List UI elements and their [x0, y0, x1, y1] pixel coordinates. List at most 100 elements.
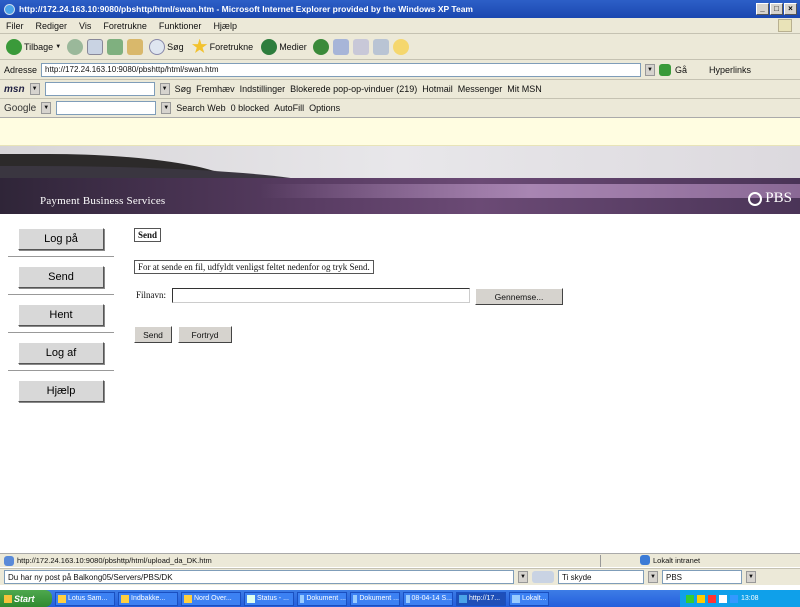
msn-search-button[interactable]: Søg: [175, 84, 192, 94]
home-icon[interactable]: [127, 38, 144, 55]
msn-menu-dropdown-icon[interactable]: ▼: [29, 83, 40, 95]
cancel-button[interactable]: Fortryd: [178, 326, 232, 343]
menu-help[interactable]: Hjælp: [213, 21, 237, 31]
tray-icon[interactable]: [719, 594, 727, 603]
google-search-web-button[interactable]: Search Web: [176, 103, 225, 113]
msn-options-button[interactable]: Indstillinger: [240, 84, 286, 94]
windows-logo-icon: [4, 594, 12, 603]
close-button[interactable]: ×: [784, 3, 797, 15]
minimize-button[interactable]: _: [756, 3, 769, 15]
notification-field[interactable]: Du har ny post på Balkong05/Servers/PBS/…: [4, 570, 514, 584]
media-button[interactable]: Medier: [259, 38, 309, 55]
msn-search-dropdown-icon[interactable]: ▼: [159, 83, 170, 95]
maximize-button[interactable]: □: [770, 3, 783, 15]
menu-bar: Filer Rediger Vis Foretrukne Funktioner …: [0, 18, 800, 34]
tray-icon[interactable]: [697, 594, 705, 603]
edit-icon[interactable]: [372, 38, 389, 55]
refresh-icon[interactable]: [107, 38, 124, 55]
msn-popups-button[interactable]: Blokerede pop-op-vinduer (219): [290, 84, 417, 94]
taskbar-item-label: Nord Over...: [194, 595, 232, 602]
tray-icon[interactable]: [730, 594, 738, 603]
address-input[interactable]: http://172.24.163.10:9080/pbshttp/html/s…: [41, 62, 642, 77]
taskbar-item[interactable]: Lotus Sam...: [55, 591, 115, 606]
window-controls: _ □ ×: [756, 3, 797, 15]
nav-help-button[interactable]: Hjælp: [18, 380, 104, 402]
filename-input[interactable]: [172, 288, 470, 303]
nav-logout-button[interactable]: Log af: [18, 342, 104, 364]
tray-icon[interactable]: [686, 594, 694, 603]
taskbar-item[interactable]: Status - ...: [244, 591, 294, 606]
back-label: Tilbage: [24, 41, 54, 52]
taskbar-item[interactable]: Indbakke...: [118, 591, 178, 606]
mail-icon[interactable]: [332, 38, 349, 55]
browse-button[interactable]: Gennemse...: [475, 288, 563, 305]
tray-icon[interactable]: [708, 594, 716, 603]
notification-text: Du har ny post på Balkong05/Servers/PBS/…: [8, 572, 173, 582]
my-msn-button[interactable]: Mit MSN: [507, 84, 542, 94]
menu-favorites[interactable]: Foretrukne: [103, 21, 147, 31]
chevron-down-icon: ▼: [55, 43, 62, 50]
google-menu-dropdown-icon[interactable]: ▼: [41, 102, 52, 114]
google-autofill-button[interactable]: AutoFill: [274, 103, 304, 113]
nav-send-button[interactable]: Send: [18, 266, 104, 288]
nav-divider: [8, 332, 114, 334]
menu-edit[interactable]: Rediger: [36, 21, 68, 31]
taskbar-item[interactable]: Nord Over...: [181, 591, 241, 606]
msn-highlight-button[interactable]: Fremhæv: [196, 84, 235, 94]
print-icon[interactable]: [352, 38, 369, 55]
page-title: Send: [134, 228, 162, 242]
msn-logo: msn: [4, 83, 25, 95]
nav-login-button[interactable]: Log på: [18, 228, 104, 250]
taskbar-item[interactable]: 08-04-14 S...: [403, 591, 453, 606]
back-arrow-icon: [6, 38, 22, 55]
favorites-label: Foretrukne: [209, 41, 254, 52]
links-label[interactable]: Hyperlinks: [709, 65, 751, 75]
back-button[interactable]: Tilbage ▼: [4, 38, 63, 55]
location-field[interactable]: Ti skyde: [558, 570, 644, 584]
google-options-button[interactable]: Options: [309, 103, 340, 113]
taskbar-item[interactable]: Dokument ...: [297, 591, 347, 606]
notification-dropdown-icon[interactable]: ▼: [518, 571, 528, 583]
msn-messenger-button[interactable]: Messenger: [458, 84, 503, 94]
stop-icon[interactable]: [87, 38, 104, 55]
favorites-button[interactable]: Foretrukne: [190, 38, 256, 55]
taskbar-item-active[interactable]: http://17...: [456, 591, 506, 606]
history-icon[interactable]: [312, 38, 329, 55]
windows-flag-icon: [778, 19, 792, 32]
window-title-bar: http://172.24.163.10:9080/pbshttp/html/s…: [0, 0, 800, 18]
messenger-icon[interactable]: [392, 38, 409, 55]
google-toolbar: Google ▼ ▼ Search Web 0 blocked AutoFill…: [0, 99, 800, 118]
address-dropdown-icon[interactable]: ▼: [645, 63, 656, 76]
go-button[interactable]: Gå: [675, 65, 687, 75]
standard-toolbar: Tilbage ▼ Søg Foretrukne Medier: [0, 34, 800, 60]
send-button[interactable]: Send: [134, 326, 172, 343]
taskbar-item[interactable]: Dokument ...: [350, 591, 400, 606]
taskbar: Start Lotus Sam... Indbakke... Nord Over…: [0, 590, 800, 607]
app-icon: [406, 594, 410, 603]
msn-search-input[interactable]: [44, 82, 155, 96]
location-dropdown-icon[interactable]: ▼: [648, 571, 658, 583]
app-icon: [58, 594, 66, 603]
taskbar-item[interactable]: Lokalt...: [509, 591, 549, 606]
taskbar-item-label: http://17...: [469, 595, 501, 602]
msn-hotmail-button[interactable]: Hotmail: [422, 84, 453, 94]
menu-view[interactable]: Vis: [79, 21, 91, 31]
google-blocked-button[interactable]: 0 blocked: [231, 103, 270, 113]
nav-divider: [8, 370, 114, 372]
start-button[interactable]: Start: [0, 590, 52, 607]
google-search-dropdown-icon[interactable]: ▼: [161, 102, 172, 114]
tool-icon[interactable]: [532, 571, 554, 583]
nav-fetch-button[interactable]: Hent: [18, 304, 104, 326]
zone-indicator: Lokalt intranet: [640, 555, 700, 565]
search-button[interactable]: Søg: [147, 38, 186, 55]
go-arrow-icon[interactable]: [659, 63, 672, 76]
pbs-logo: PBS: [748, 190, 792, 207]
domain-field[interactable]: PBS: [662, 570, 742, 584]
domain-dropdown-icon[interactable]: ▼: [746, 571, 756, 583]
forward-arrow-icon[interactable]: [67, 38, 84, 55]
menu-file[interactable]: Filer: [6, 21, 24, 31]
google-search-input[interactable]: [56, 101, 157, 115]
nav-divider: [8, 256, 114, 258]
menu-tools[interactable]: Funktioner: [159, 21, 202, 31]
page-icon: [4, 555, 14, 566]
